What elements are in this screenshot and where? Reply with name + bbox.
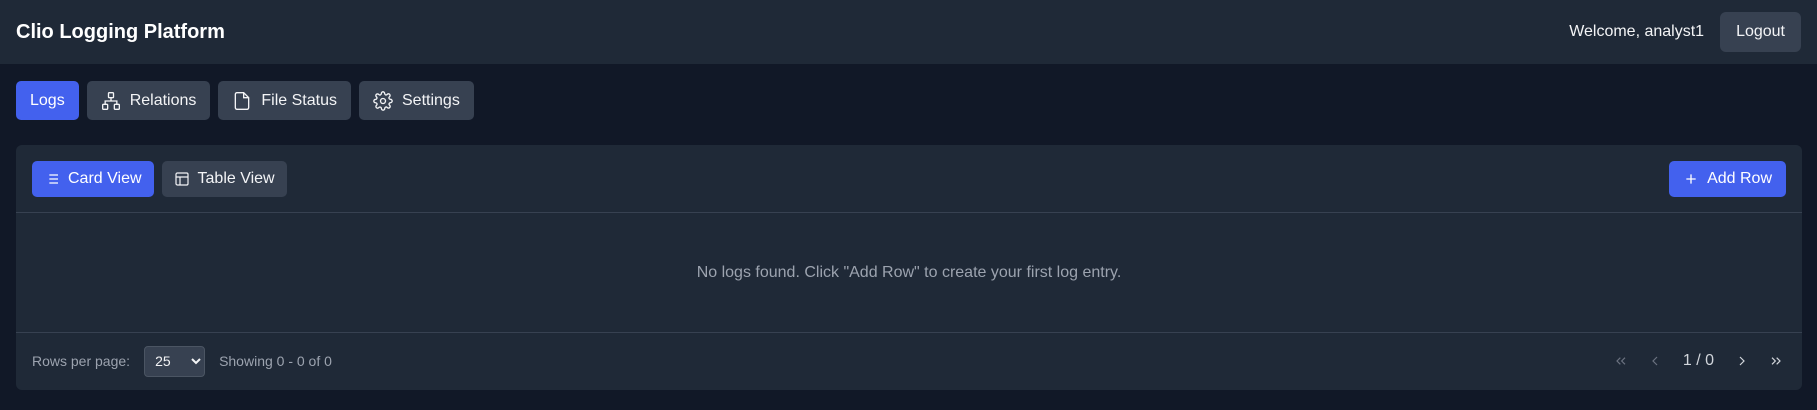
table-view-button[interactable]: Table View xyxy=(161,160,287,197)
last-page-button[interactable] xyxy=(1766,351,1786,371)
tab-relations[interactable]: Relations xyxy=(86,81,211,120)
tab-settings-label: Settings xyxy=(402,91,460,109)
prev-page-button[interactable] xyxy=(1645,351,1665,371)
network-icon xyxy=(101,91,120,110)
logout-button[interactable]: Logout xyxy=(1720,12,1801,52)
empty-state-message: No logs found. Click "Add Row" to create… xyxy=(16,213,1802,333)
tab-file-status-label: File Status xyxy=(261,91,337,109)
table-view-label: Table View xyxy=(197,169,275,187)
footer-left: Rows per page: 25 Showing 0 - 0 of 0 xyxy=(32,345,332,377)
table-icon xyxy=(174,171,189,186)
pager: 1 / 0 xyxy=(1611,351,1786,371)
gear-icon xyxy=(373,90,393,111)
next-page-button[interactable] xyxy=(1732,351,1752,371)
chevrons-right-icon xyxy=(1771,357,1781,365)
plus-icon xyxy=(1686,173,1696,184)
add-row-label: Add Row xyxy=(1707,169,1772,187)
rows-per-page-select[interactable]: 25 xyxy=(144,345,206,377)
chevron-left-icon xyxy=(1652,356,1658,366)
chevrons-left-icon xyxy=(1616,357,1626,365)
app-title: Clio Logging Platform xyxy=(16,20,225,43)
showing-count: Showing 0 - 0 of 0 xyxy=(219,353,332,369)
top-bar: Clio Logging Platform Welcome, analyst1 … xyxy=(0,0,1817,64)
rows-per-page-label: Rows per page: xyxy=(32,353,131,369)
pagination-footer: Rows per page: 25 Showing 0 - 0 of 0 1 /… xyxy=(16,333,1802,389)
card-view-button[interactable]: Card View xyxy=(32,160,154,197)
tab-relations-label: Relations xyxy=(129,91,197,109)
tab-logs-label: Logs xyxy=(30,91,65,109)
first-page-button[interactable] xyxy=(1611,351,1631,371)
add-row-button[interactable]: Add Row xyxy=(1669,160,1786,197)
tab-file-status[interactable]: File Status xyxy=(218,81,351,120)
welcome-text: Welcome, analyst1 xyxy=(1569,23,1705,40)
file-icon xyxy=(235,91,250,110)
logs-toolbar: Card View Table View Add Row xyxy=(16,145,1802,213)
logs-panel: Card View Table View Add Row No logs fou… xyxy=(16,145,1802,390)
page-indicator: 1 / 0 xyxy=(1682,352,1714,369)
chevron-right-icon xyxy=(1739,356,1745,366)
header-right: Welcome, analyst1 Logout xyxy=(1569,12,1801,52)
tab-logs[interactable]: Logs xyxy=(16,81,79,120)
card-view-label: Card View xyxy=(68,169,142,187)
view-toggle: Card View Table View xyxy=(32,160,287,197)
tab-settings[interactable]: Settings xyxy=(359,81,474,120)
list-icon xyxy=(46,173,58,184)
